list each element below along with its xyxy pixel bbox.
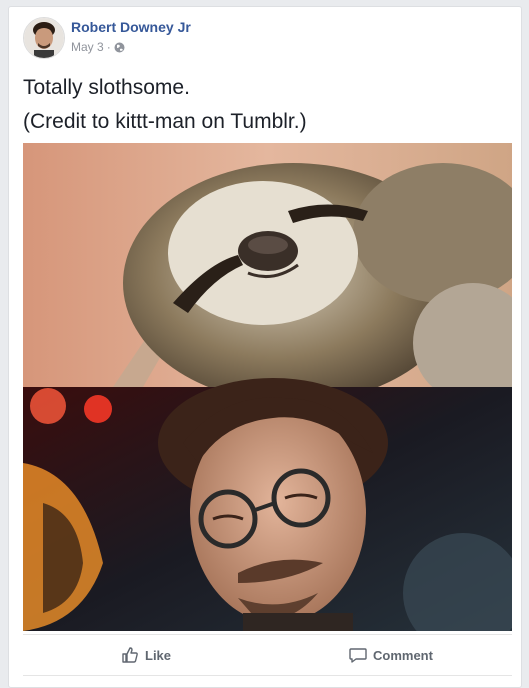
globe-icon[interactable] <box>114 42 125 53</box>
avatar-image <box>24 18 64 58</box>
speech-bubble-icon <box>349 646 367 664</box>
post-text-line-1: Totally slothsome. <box>23 76 190 99</box>
post-text-line-2: (Credit to kittt-man on Tumblr.) <box>23 110 307 133</box>
post-photo[interactable] <box>23 143 512 631</box>
post-actions-bar: Like Comment <box>23 634 512 676</box>
comment-label: Comment <box>373 647 433 663</box>
post-date[interactable]: May 3 <box>71 40 104 54</box>
post-meta: May 3 · <box>71 40 125 54</box>
post-text: Totally slothsome. (Credit to kittt-man … <box>23 71 503 139</box>
author-name[interactable]: Robert Downey Jr <box>71 19 191 35</box>
post-card: Robert Downey Jr May 3 · Totally slothso… <box>8 6 522 688</box>
like-label: Like <box>145 647 172 663</box>
thumbs-up-icon <box>121 646 139 664</box>
meta-separator: · <box>106 40 111 54</box>
comment-button[interactable]: Comment <box>349 635 433 675</box>
sloth-and-actor-collage-image <box>23 143 512 631</box>
avatar[interactable] <box>23 17 65 59</box>
like-button[interactable]: Like <box>121 635 171 675</box>
